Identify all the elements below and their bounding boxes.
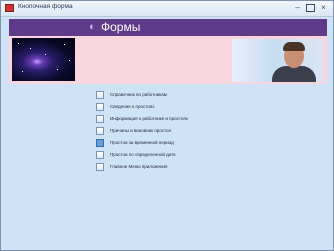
menu-button[interactable] xyxy=(96,103,104,111)
menu-button[interactable] xyxy=(96,115,104,123)
header-bar: ◐ Формы xyxy=(9,19,327,36)
menu-item-label: Справочник по работникам xyxy=(110,92,167,97)
portrait-hair xyxy=(283,42,305,51)
man-portrait-image xyxy=(232,39,323,82)
menu-button[interactable] xyxy=(96,127,104,135)
menu-item-label: Простои по определенной дате xyxy=(110,152,176,157)
window-title: Кнопочная форма xyxy=(18,3,73,10)
menu-item-label: Сведения о простоях xyxy=(110,104,155,109)
form-icon xyxy=(5,4,14,12)
space-nebula-image xyxy=(12,38,75,81)
minimize-icon[interactable]: – xyxy=(293,4,302,12)
menu-item-label: Причины и виновник простоя xyxy=(110,128,171,133)
menu-button[interactable] xyxy=(96,163,104,171)
close-icon[interactable]: × xyxy=(319,4,328,12)
menu-item-downtime-reasons[interactable]: Причины и виновник простоя xyxy=(96,127,206,138)
menu-button[interactable] xyxy=(96,91,104,99)
menu-item-downtime-info[interactable]: Сведения о простоях xyxy=(96,103,206,114)
maximize-icon[interactable] xyxy=(306,4,315,12)
menu-item-label: Главное Меню приложения xyxy=(110,164,168,169)
menu-item-downtime-period[interactable]: Простои за временной период xyxy=(96,139,206,150)
form-window: Кнопочная форма – × ◐ Формы Справочник п… xyxy=(0,0,334,251)
menu-item-label: Информация о работнике и простоях xyxy=(110,116,189,121)
menu-item-employees-directory[interactable]: Справочник по работникам xyxy=(96,91,206,102)
menu-item-downtime-date[interactable]: Простои по определенной дате xyxy=(96,151,206,162)
menu-item-label: Простои за временной период xyxy=(110,140,174,145)
menu-item-employee-and-downtime[interactable]: Информация о работнике и простоях xyxy=(96,115,206,126)
header-title-icon: ◐ xyxy=(89,21,96,33)
title-bar[interactable]: Кнопочная форма – × xyxy=(1,1,333,17)
menu-button[interactable] xyxy=(96,151,104,159)
portrait-body xyxy=(272,66,316,82)
menu-button[interactable] xyxy=(96,139,104,147)
page-title: Формы xyxy=(101,20,141,34)
menu-item-main-menu[interactable]: Главное Меню приложения xyxy=(96,163,206,174)
